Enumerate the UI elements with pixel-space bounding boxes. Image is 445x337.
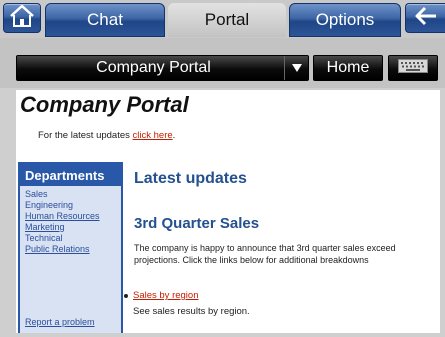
latest-updates-suffix: . [172, 130, 176, 141]
address-dropdown[interactable]: Company Portal [16, 55, 309, 81]
quarter-sales-line-1: The company is happy to announce that 3r… [134, 243, 396, 253]
tab-portal[interactable]: Portal [168, 3, 286, 37]
home-page-button-label: Home [326, 59, 370, 76]
home-page-button[interactable]: Home [313, 55, 383, 81]
quarter-sales-text: The company is happy to announce that 3r… [134, 242, 440, 266]
bullet-icon [124, 293, 128, 298]
departments-list: Sales Engineering Human Resources Market… [20, 186, 121, 255]
report-problem-link[interactable]: Report a problem [25, 317, 95, 327]
keyboard-button[interactable] [388, 55, 438, 81]
sidebar-item-technical[interactable]: Technical [25, 233, 121, 244]
sales-by-region-link[interactable]: Sales by region [133, 290, 198, 301]
sidebar-item-public-relations[interactable]: Public Relations [25, 244, 121, 255]
tab-chat-label: Chat [87, 10, 123, 29]
sidebar-item-marketing[interactable]: Marketing [25, 222, 121, 233]
dropdown-arrow-icon [284, 56, 308, 80]
sidebar-heading: Departments [20, 164, 121, 186]
address-toolbar: Company Portal Home [0, 38, 445, 88]
tab-portal-label: Portal [204, 10, 250, 29]
address-dropdown-value: Company Portal [96, 59, 211, 76]
departments-sidebar: Departments Sales Engineering Human Reso… [18, 162, 123, 333]
web-content: Company Portal For the latest updates cl… [16, 90, 440, 333]
page-title: Company Portal [20, 92, 189, 117]
quarter-sales-line-2: projections. Click the links below for a… [134, 255, 369, 265]
latest-updates-line: For the latest updates click here. [38, 130, 175, 141]
sales-by-region-description: See sales results by region. [133, 306, 250, 317]
keyboard-icon [398, 58, 428, 78]
latest-updates-heading: Latest updates [134, 170, 247, 187]
sidebar-item-engineering[interactable]: Engineering [25, 200, 121, 211]
latest-updates-text: For the latest updates [38, 130, 133, 141]
tab-chat[interactable]: Chat [45, 3, 165, 37]
back-arrow-icon [414, 6, 438, 31]
back-button[interactable] [405, 3, 445, 33]
tab-options-label: Options [315, 10, 375, 29]
home-button[interactable] [3, 3, 41, 33]
tab-options[interactable]: Options [289, 3, 401, 37]
sidebar-item-sales[interactable]: Sales [25, 189, 121, 200]
sales-by-region-item: Sales by region [124, 290, 198, 301]
tab-bar: Chat Portal Options [0, 0, 445, 38]
house-icon [9, 4, 35, 33]
quarter-sales-heading: 3rd Quarter Sales [134, 215, 260, 232]
sidebar-item-human-resources[interactable]: Human Resources [25, 211, 121, 222]
click-here-link[interactable]: click here [133, 130, 173, 141]
